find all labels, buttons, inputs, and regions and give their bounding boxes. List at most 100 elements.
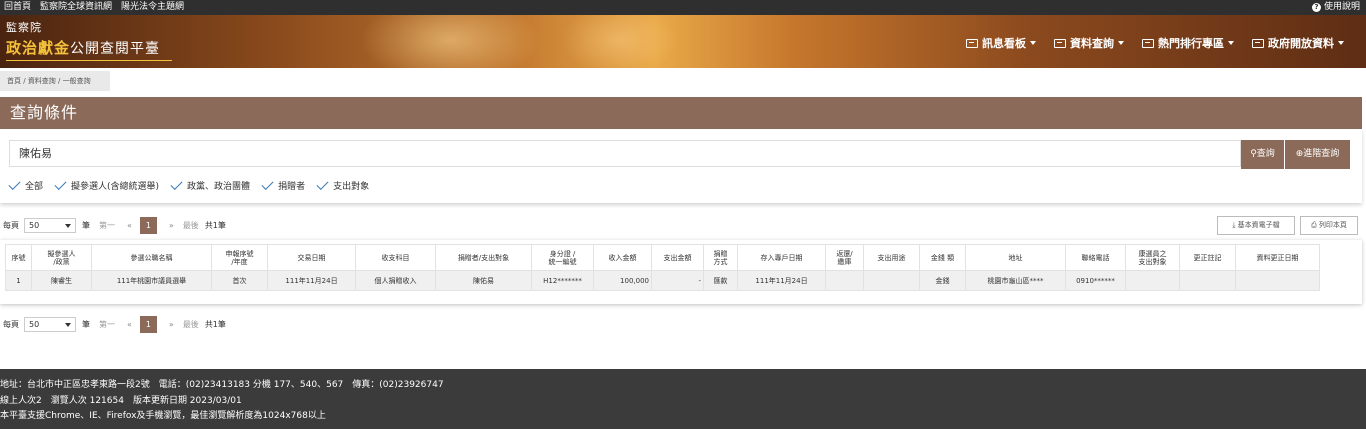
table-cell: 0910******: [1065, 270, 1126, 291]
column-header: 資料更正日期: [1235, 244, 1320, 271]
panel-title: 查詢條件: [0, 97, 1362, 129]
table-cell: [1125, 270, 1180, 291]
column-header: 地址: [965, 244, 1066, 271]
table-cell: 桃園市龜山區****: [965, 270, 1066, 291]
per-page-select[interactable]: 50: [24, 317, 76, 332]
nav-label: 政府開放資料: [1268, 37, 1334, 50]
per-page-value: 50: [29, 221, 40, 230]
table-cell: [1179, 270, 1236, 291]
site-logo[interactable]: 監察院 政治獻金 公開查閱平臺: [6, 19, 172, 61]
table-cell: 金錢: [919, 270, 966, 291]
logo-title-highlight: 政治獻金: [6, 39, 71, 57]
column-header: 存入專戶日期: [737, 244, 826, 271]
results-table-card: 序號 擬參選人 /政黨 參選公職名稱 申報序號 /年度 交易日期 收支科目 捐贈者/支出對象…: [0, 240, 1362, 304]
chevron-down-icon: [65, 224, 71, 228]
first-page-link[interactable]: 第一: [99, 220, 115, 231]
breadcrumb-query[interactable]: 資料查詢: [28, 77, 56, 85]
query-panel: 陳佑易 ⚲查詢 ⊕進階查詢 全部 擬參選人(含總統選舉) 政黨、政治團體 捐贈者…: [0, 129, 1362, 203]
check-icon: [54, 177, 67, 191]
footer: 地址：台北市中正區忠孝東路一段2號 電話：(02)23413183 分機 177…: [0, 369, 1366, 429]
download-icon: ⤓: [1232, 221, 1236, 229]
next-page-link[interactable]: »: [169, 320, 174, 329]
prev-page-link[interactable]: «: [127, 221, 132, 230]
table-row: 1 陳睿生 111年桃園市議員選舉 首次 111年11月24日 個人捐贈收入 陳佑易 H12*…: [5, 270, 1320, 291]
column-header: 支出金額: [651, 244, 704, 271]
filter-candidate[interactable]: 擬參選人(含總統選舉): [54, 177, 160, 192]
per-page-value: 50: [29, 320, 40, 329]
column-header: 聯絡電話: [1065, 244, 1126, 271]
top-utility-bar: 回首頁 監察院全球資訊網 陽光法令主題網 ? 使用說明: [0, 0, 1366, 15]
table-cell: 陳佑易: [435, 270, 532, 291]
monitor-icon: [1252, 38, 1264, 48]
per-page-label: 每頁: [3, 221, 19, 230]
advanced-search-label: 進階查詢: [1303, 149, 1340, 159]
breadcrumb-home[interactable]: 首頁: [7, 77, 21, 85]
table-body: 1 陳睿生 111年桃園市議員選舉 首次 111年11月24日 個人捐贈收入 陳佑易 H12*…: [5, 270, 1320, 291]
print-label: 列印本頁: [1318, 221, 1347, 229]
filter-label: 擬參選人(含總統選舉): [71, 182, 160, 192]
pagination-top: 每頁 50 筆 第一 « 1 » 最後 共1筆: [0, 217, 226, 234]
last-page-link[interactable]: 最後: [183, 319, 199, 330]
table-cell: [863, 270, 920, 291]
header-banner: 監察院 政治獻金 公開查閱平臺 訊息看板 資料查詢 熱門排行專區 政府開放資料: [0, 15, 1366, 68]
per-page-select[interactable]: 50: [24, 218, 76, 233]
control-yuan-link[interactable]: 監察院全球資訊網: [40, 0, 112, 15]
chevron-down-icon: [1228, 41, 1234, 45]
home-link[interactable]: 回首頁: [4, 0, 31, 15]
footer-stats: 線上人次2 瀏覽人次 121654 版本更新日期 2023/03/01: [0, 396, 242, 406]
sunshine-law-link[interactable]: 陽光法令主題網: [121, 0, 184, 15]
current-page[interactable]: 1: [139, 316, 157, 333]
main-nav: 訊息看板 資料查詢 熱門排行專區 政府開放資料: [966, 35, 1344, 51]
nav-item-news[interactable]: 訊息看板: [966, 35, 1036, 51]
footer-browser-note: 本平臺支援Chrome、IE、Firefox及手機瀏覽，最佳瀏覽解析度為1024…: [0, 411, 326, 421]
prev-page-link[interactable]: «: [127, 320, 132, 329]
monitor-icon: [1142, 38, 1154, 48]
help-icon: ?: [1311, 3, 1321, 12]
logo-org: 監察院: [6, 21, 42, 34]
current-page[interactable]: 1: [139, 217, 157, 234]
nav-item-query[interactable]: 資料查詢: [1054, 35, 1124, 51]
last-page-link[interactable]: 最後: [183, 220, 199, 231]
monitor-icon: [1054, 38, 1066, 48]
check-icon: [261, 177, 274, 191]
top-links: 回首頁 監察院全球資訊網 陽光法令主題網: [4, 0, 184, 15]
pagination-bottom: 每頁 50 筆 第一 « 1 » 最後 共1筆: [0, 316, 226, 333]
print-icon: ⎙: [1311, 221, 1317, 229]
filter-donor[interactable]: 捐贈者: [261, 177, 306, 192]
per-page-unit: 筆: [82, 320, 90, 329]
filter-label: 捐贈者: [278, 182, 306, 192]
nav-item-ranking[interactable]: 熱門排行專區: [1142, 35, 1234, 51]
table-cell: 1: [5, 270, 32, 291]
advanced-search-button[interactable]: ⊕進階查詢: [1285, 140, 1350, 169]
monitor-icon: [966, 38, 978, 48]
table-cell: [1235, 270, 1320, 291]
footer-address: 地址：台北市中正區忠孝東路一段2號 電話：(02)23413183 分機 177…: [0, 380, 444, 390]
search-input[interactable]: 陳佑易: [9, 140, 1241, 167]
print-button[interactable]: ⎙ 列印本頁: [1300, 216, 1358, 235]
basic-data-download-button[interactable]: ⤓ 基本資電子檔: [1217, 216, 1295, 235]
first-page-link[interactable]: 第一: [99, 319, 115, 330]
search-button[interactable]: ⚲查詢: [1241, 140, 1284, 169]
column-header: 捐贈 方式: [703, 244, 738, 271]
filter-expense-target[interactable]: 支出對象: [316, 177, 369, 192]
search-icon: ⚲: [1250, 149, 1257, 159]
table-cell: 111年11月24日: [737, 270, 826, 291]
table-cell: 首次: [211, 270, 268, 291]
next-page-link[interactable]: »: [169, 221, 174, 230]
check-icon: [8, 177, 21, 191]
logo-title: 政治獻金 公開查閱平臺: [6, 37, 172, 58]
column-header: 康選員之 支出對象: [1125, 244, 1180, 271]
nav-item-open-data[interactable]: 政府開放資料: [1252, 35, 1344, 51]
table-cell: 陳睿生: [31, 270, 92, 291]
table-header-row: 序號 擬參選人 /政黨 參選公職名稱 申報序號 /年度 交易日期 收支科目 捐贈者/支出對象…: [5, 244, 1320, 271]
logo-underline: [6, 60, 172, 61]
filter-party[interactable]: 政黨、政治團體: [170, 177, 250, 192]
basic-data-label: 基本資電子檔: [1237, 221, 1280, 229]
table-cell: 匯款: [703, 270, 738, 291]
chevron-down-icon: [1030, 41, 1036, 45]
filter-all[interactable]: 全部: [8, 177, 43, 192]
help-link[interactable]: ? 使用說明: [1311, 0, 1360, 15]
column-header: 更正註記: [1179, 244, 1236, 271]
table-cell: 100,000: [593, 270, 652, 291]
column-header: 交易日期: [267, 244, 356, 271]
